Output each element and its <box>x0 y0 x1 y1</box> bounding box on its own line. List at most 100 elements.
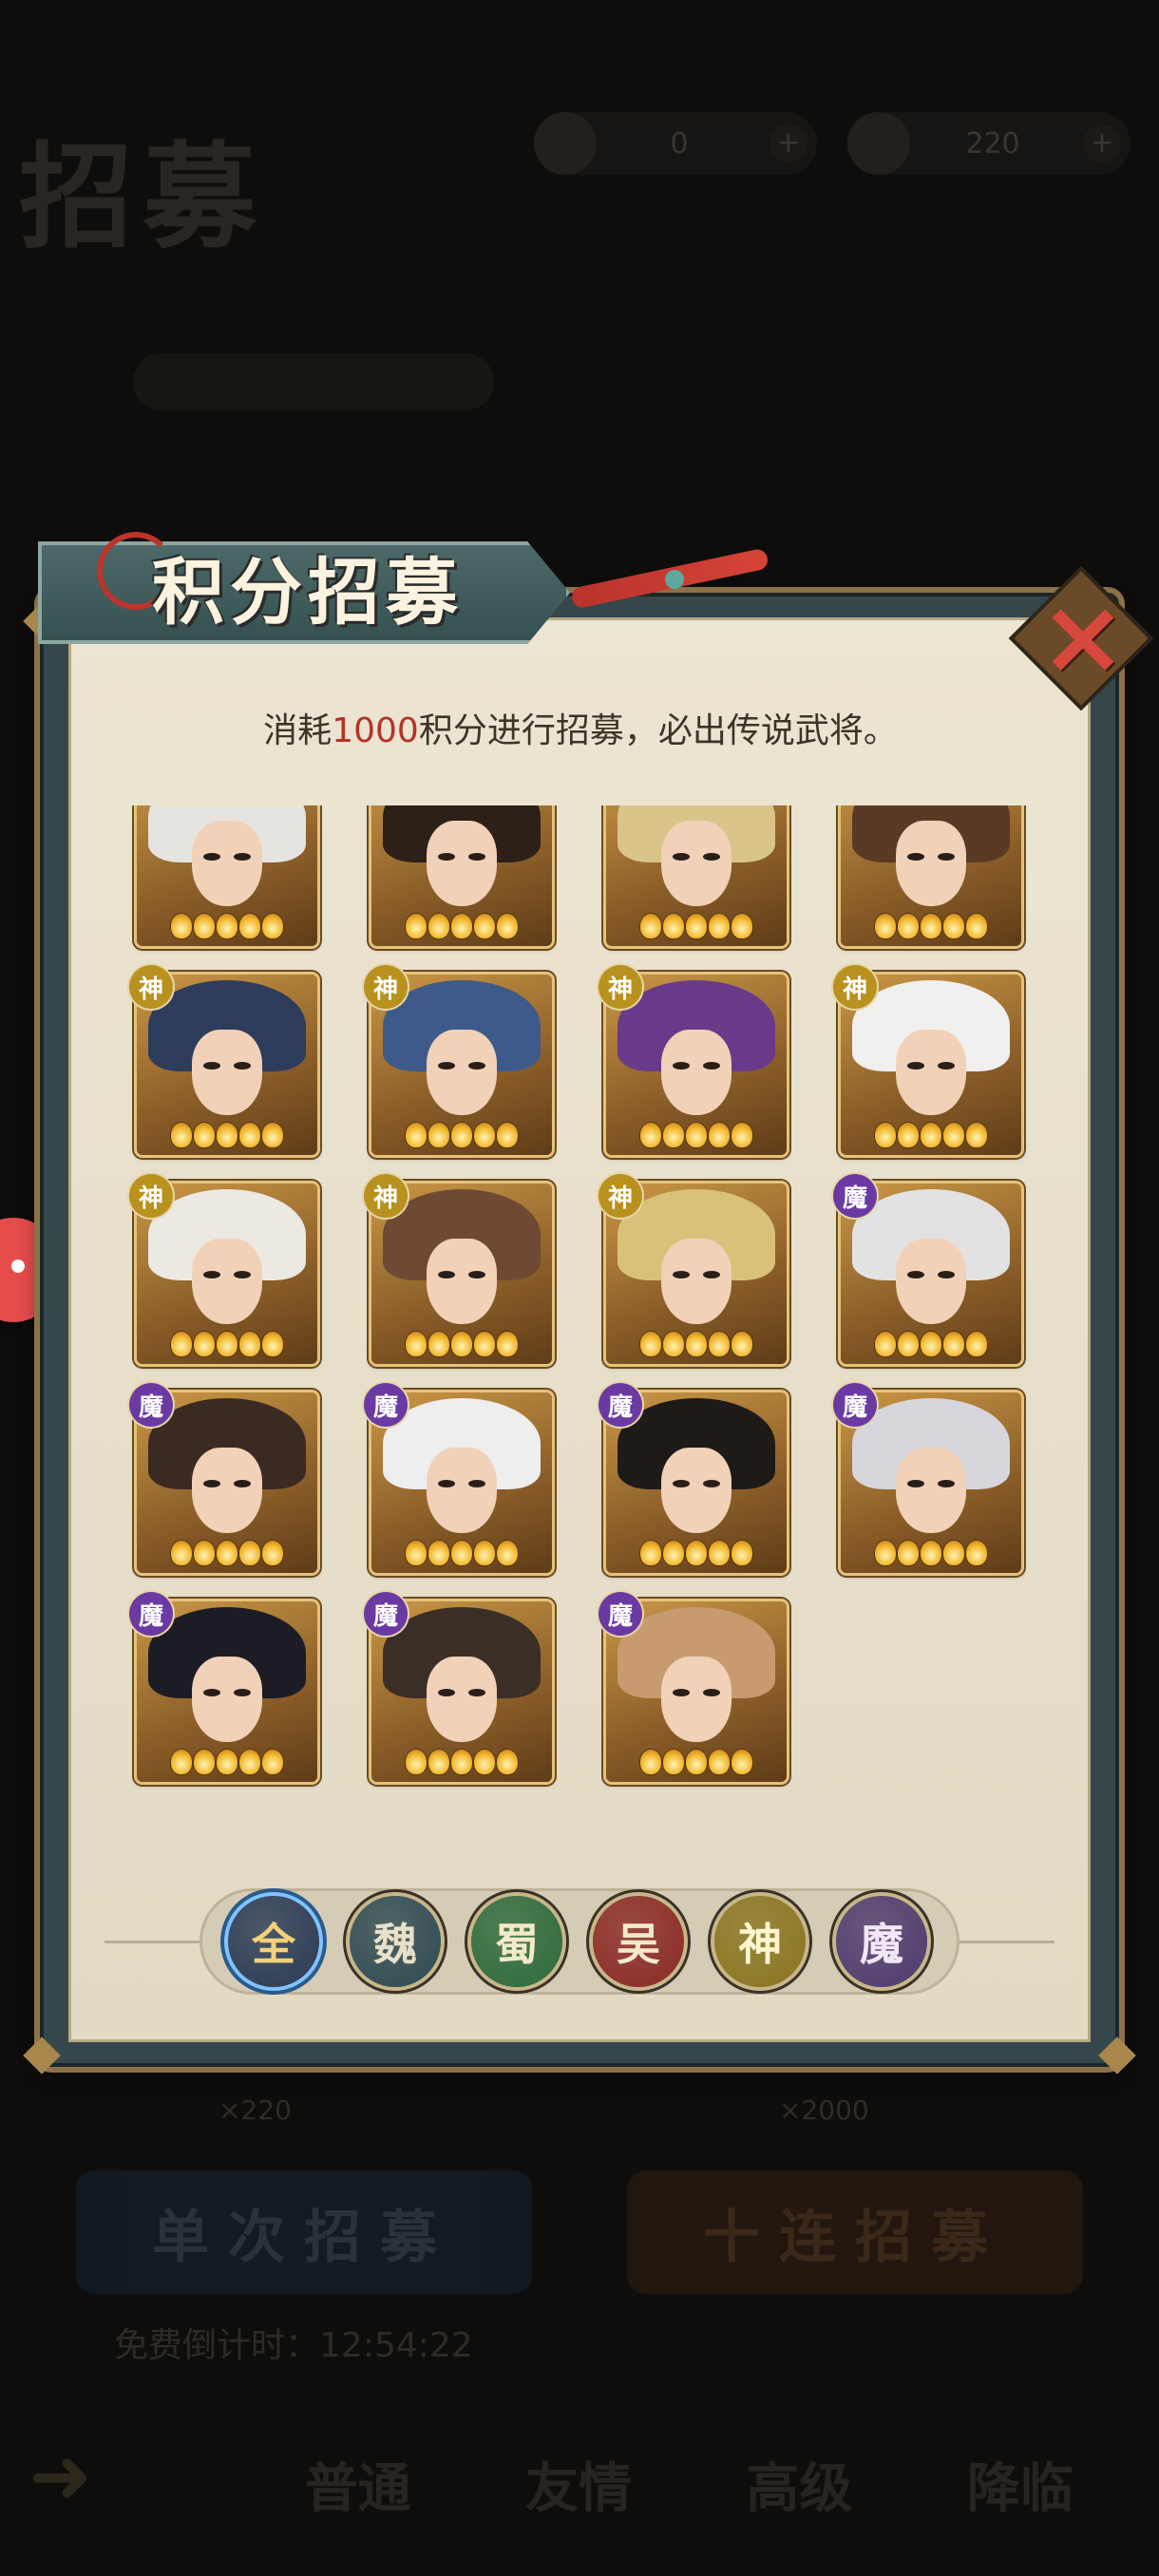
star-rating <box>371 1541 552 1567</box>
hero-card[interactable]: 神 <box>598 1174 787 1364</box>
hero-card[interactable]: 吴 <box>371 805 552 946</box>
star-icon <box>966 1332 987 1356</box>
star-icon <box>497 1541 518 1565</box>
single-recruit-button[interactable]: 单次招募 <box>76 2170 532 2294</box>
star-icon <box>640 1750 661 1774</box>
faction-filter-5[interactable]: 魔 <box>836 1896 927 1987</box>
hero-portrait <box>427 1030 497 1115</box>
hero-card[interactable]: 魔 <box>833 1174 1021 1364</box>
star-icon <box>663 1541 684 1565</box>
add-currency-a-button[interactable]: + <box>770 124 808 162</box>
hero-pool-scroll[interactable]: 吴吴吴吴神神神神神神神魔魔魔魔魔魔魔魔 <box>124 805 1036 1812</box>
star-icon <box>474 914 495 938</box>
hero-portrait <box>192 821 262 906</box>
hero-card[interactable]: 魔 <box>833 1383 1021 1573</box>
hero-card[interactable]: 吴 <box>841 805 1021 946</box>
star-rating <box>371 914 552 940</box>
hero-card[interactable]: 魔 <box>364 1592 552 1782</box>
hero-eye <box>907 1480 924 1487</box>
star-icon <box>921 1123 941 1147</box>
hero-eye <box>468 1062 485 1070</box>
faction-badge: 神 <box>598 1174 642 1218</box>
star-icon <box>686 914 707 938</box>
faction-filter-3[interactable]: 吴 <box>593 1896 684 1987</box>
hero-card[interactable]: 神 <box>598 965 787 1155</box>
hero-eye <box>438 1480 455 1487</box>
add-currency-b-button[interactable]: + <box>1083 124 1121 162</box>
hero-portrait <box>661 1030 732 1115</box>
faction-filter-4[interactable]: 神 <box>714 1896 806 1987</box>
star-icon <box>686 1750 707 1774</box>
star-rating <box>606 914 787 940</box>
star-rating <box>606 1123 787 1149</box>
hero-card[interactable]: 神 <box>364 965 552 1155</box>
recruit-tabs: 普通 友情 高级 降临 <box>28 2413 1130 2555</box>
hero-eye <box>234 1480 251 1487</box>
dialog-description: 消耗1000积分进行招募，必出传说武将。 <box>82 703 1079 752</box>
star-icon <box>875 1123 896 1147</box>
star-icon <box>451 1332 472 1356</box>
star-icon <box>898 1123 919 1147</box>
faction-badge: 魔 <box>598 1592 642 1636</box>
hero-eye <box>703 1271 720 1279</box>
star-icon <box>732 1123 752 1147</box>
hero-card[interactable]: 吴 <box>606 805 787 946</box>
hero-portrait <box>427 1657 497 1742</box>
hero-card[interactable]: 神 <box>364 1174 552 1364</box>
star-rating <box>137 914 317 940</box>
close-x-icon[interactable]: × <box>1036 584 1130 689</box>
hero-eye <box>673 853 690 861</box>
star-icon <box>921 914 941 938</box>
star-icon <box>194 1123 215 1147</box>
hero-eye <box>203 853 220 861</box>
hero-portrait <box>896 821 966 906</box>
faction-filter-1[interactable]: 魏 <box>350 1896 441 1987</box>
star-icon <box>921 1332 941 1356</box>
star-icon <box>217 1750 238 1774</box>
hero-card[interactable]: 魔 <box>129 1383 317 1573</box>
ten-recruit-button[interactable]: 十连招募 <box>627 2170 1083 2294</box>
star-rating <box>606 1541 787 1567</box>
hero-portrait <box>661 1448 732 1533</box>
tab-normal[interactable]: 普通 <box>305 2446 411 2523</box>
star-icon <box>406 1750 427 1774</box>
star-icon <box>171 1541 192 1565</box>
hero-eye <box>203 1271 220 1279</box>
star-icon <box>686 1332 707 1356</box>
star-rating <box>137 1750 317 1776</box>
star-icon <box>474 1750 495 1774</box>
hero-eye <box>234 1062 251 1070</box>
hero-card[interactable]: 吴 <box>137 805 317 946</box>
tab-friendship[interactable]: 友情 <box>525 2446 632 2523</box>
hero-eye <box>673 1062 690 1070</box>
hero-eye <box>234 853 251 861</box>
faction-badge: 魔 <box>833 1383 877 1427</box>
hero-card[interactable]: 魔 <box>598 1383 787 1573</box>
star-icon <box>686 1541 707 1565</box>
hero-portrait <box>192 1448 262 1533</box>
faction-badge: 神 <box>364 1174 408 1218</box>
hero-card[interactable]: 魔 <box>598 1592 787 1782</box>
hero-card[interactable]: 神 <box>129 965 317 1155</box>
hero-eye <box>438 1271 455 1279</box>
star-icon <box>732 1750 752 1774</box>
tab-advanced[interactable]: 高级 <box>746 2446 852 2523</box>
hero-card[interactable]: 魔 <box>129 1592 317 1782</box>
hero-card[interactable]: 神 <box>129 1174 317 1364</box>
faction-filter-0[interactable]: 全 <box>228 1896 319 1987</box>
tab-descent[interactable]: 降临 <box>967 2446 1074 2523</box>
hero-eye <box>938 1062 955 1070</box>
star-icon <box>217 1332 238 1356</box>
star-icon <box>406 1541 427 1565</box>
hero-portrait <box>661 1239 732 1324</box>
star-icon <box>239 1123 260 1147</box>
faction-filter-2[interactable]: 蜀 <box>471 1896 562 1987</box>
hero-card[interactable]: 魔 <box>364 1383 552 1573</box>
star-icon <box>239 1750 260 1774</box>
hero-portrait <box>661 1657 732 1742</box>
star-icon <box>898 1332 919 1356</box>
star-rating <box>371 1123 552 1149</box>
star-icon <box>406 1123 427 1147</box>
hero-card[interactable]: 神 <box>833 965 1021 1155</box>
star-icon <box>966 1541 987 1565</box>
